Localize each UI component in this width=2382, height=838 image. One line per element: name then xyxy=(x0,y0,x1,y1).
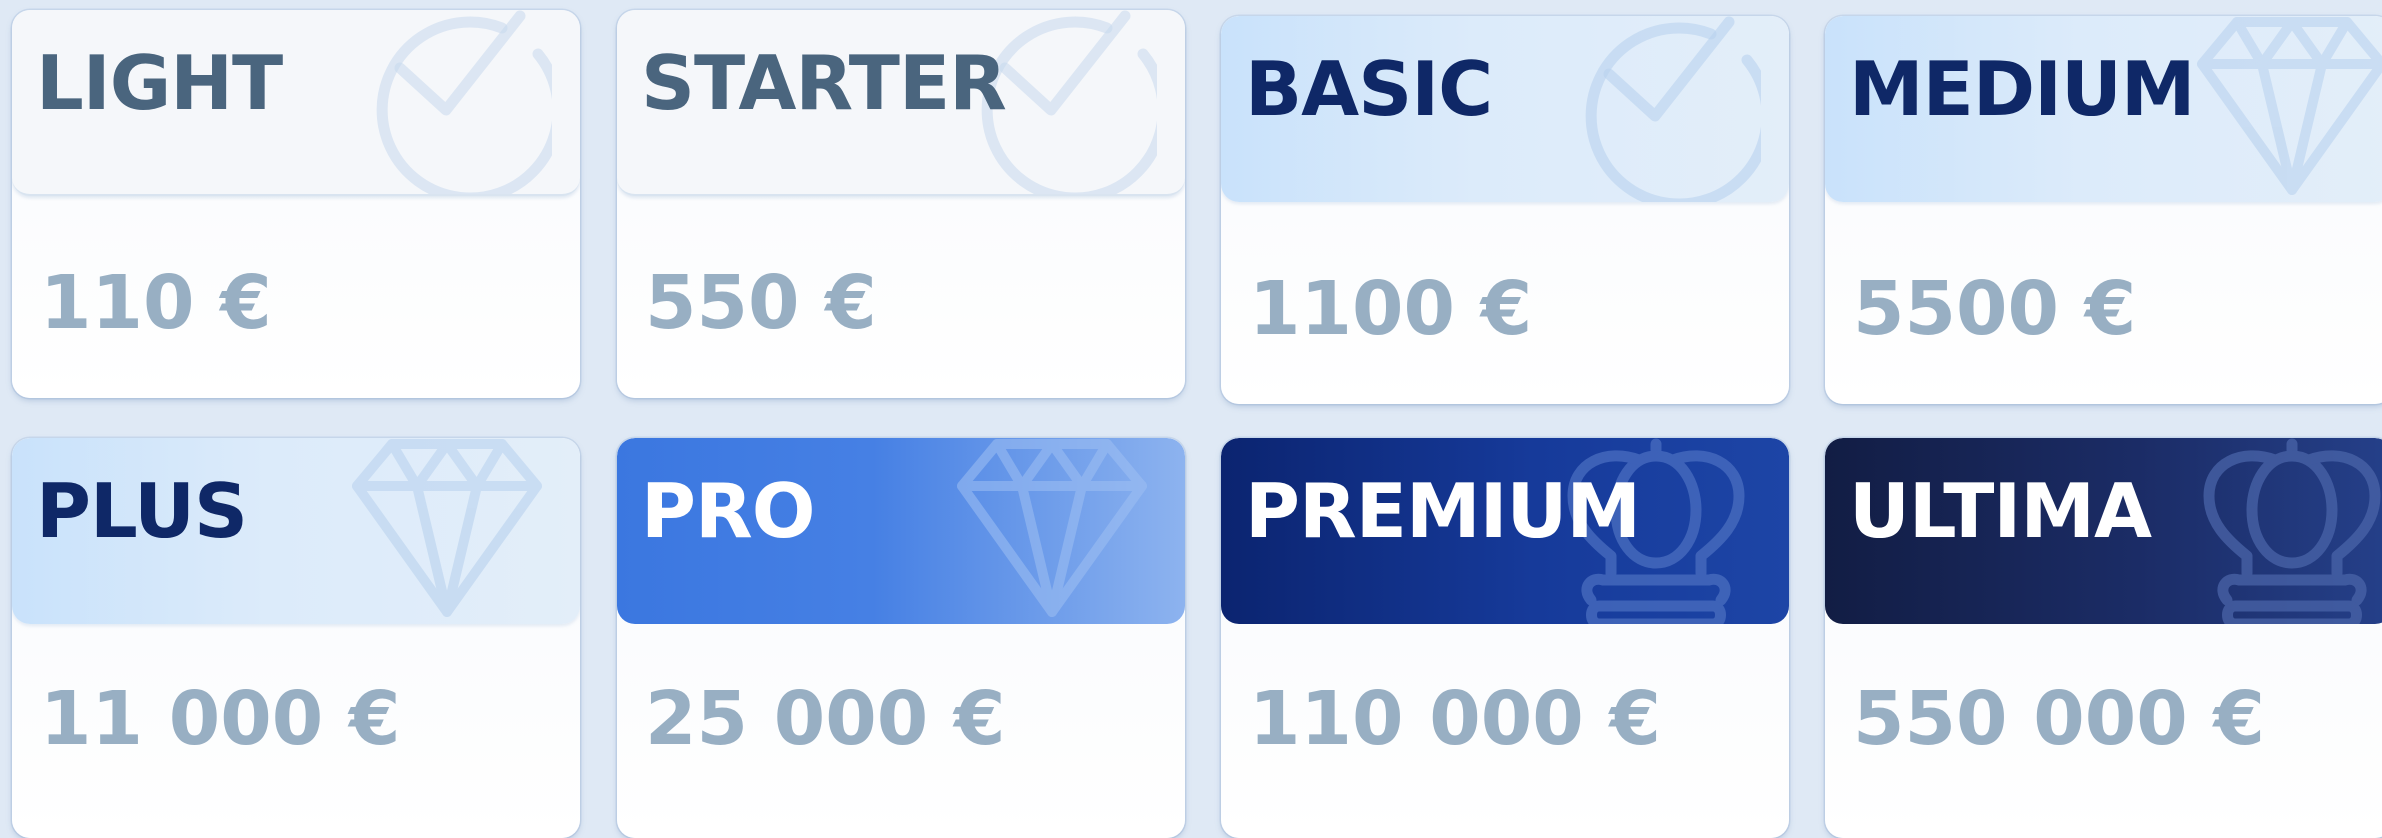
plan-price: 25 000 € xyxy=(645,676,1006,762)
plan-price: 550 € xyxy=(645,260,877,346)
diamond-icon xyxy=(947,438,1157,624)
plan-card-header: LIGHT xyxy=(12,10,580,196)
plan-card-header: PREMIUM xyxy=(1221,438,1789,624)
plan-name: BASIC xyxy=(1245,45,1493,133)
plan-card-medium[interactable]: MEDIUM 5500 € xyxy=(1825,16,2382,404)
pricing-plan-grid: LIGHT 110 € STARTER 550 € BASIC 1100 € M… xyxy=(0,0,2382,838)
diamond-icon xyxy=(2187,16,2382,202)
plan-name: PLUS xyxy=(36,467,248,555)
plan-price: 5500 € xyxy=(1853,266,2137,352)
plan-card-basic[interactable]: BASIC 1100 € xyxy=(1221,16,1789,404)
plan-name: STARTER xyxy=(641,39,1007,127)
plan-card-plus[interactable]: PLUS 11 000 € xyxy=(12,438,580,838)
plan-card-starter[interactable]: STARTER 550 € xyxy=(617,10,1185,398)
plan-card-header: BASIC xyxy=(1221,16,1789,202)
plan-card-premium[interactable]: PREMIUM 110 000 € xyxy=(1221,438,1789,838)
plan-price: 1100 € xyxy=(1249,266,1533,352)
plan-price: 110 € xyxy=(40,260,272,346)
plan-card-header: STARTER xyxy=(617,10,1185,196)
plan-price: 110 000 € xyxy=(1249,676,1661,762)
plan-card-header: PLUS xyxy=(12,438,580,624)
plan-card-pro[interactable]: PRO 25 000 € xyxy=(617,438,1185,838)
check-circle-icon xyxy=(342,10,552,194)
plan-card-header: ULTIMA xyxy=(1825,438,2382,624)
plan-price: 550 000 € xyxy=(1853,676,2265,762)
plan-name: PRO xyxy=(641,467,815,555)
crown-icon xyxy=(2187,438,2382,624)
plan-name: ULTIMA xyxy=(1849,467,2152,555)
plan-name: MEDIUM xyxy=(1849,45,2196,133)
plan-card-ultima[interactable]: ULTIMA 550 000 € xyxy=(1825,438,2382,838)
plan-card-light[interactable]: LIGHT 110 € xyxy=(12,10,580,398)
plan-price: 11 000 € xyxy=(40,676,401,762)
check-circle-icon xyxy=(1551,16,1761,202)
plan-name: LIGHT xyxy=(36,39,283,127)
plan-card-header: PRO xyxy=(617,438,1185,624)
plan-card-header: MEDIUM xyxy=(1825,16,2382,202)
diamond-icon xyxy=(342,438,552,624)
plan-name: PREMIUM xyxy=(1245,467,1641,555)
